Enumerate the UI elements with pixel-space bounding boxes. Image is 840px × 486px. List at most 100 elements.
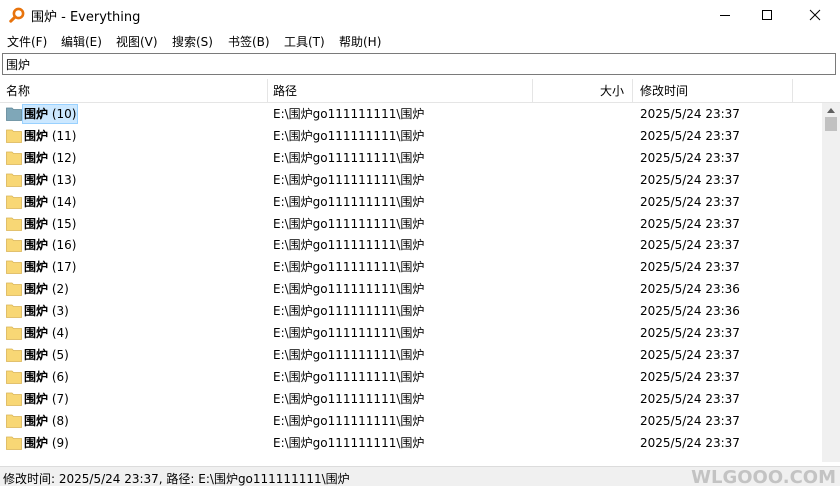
file-modified: 2025/5/24 23:37 bbox=[640, 326, 740, 340]
column-path[interactable]: 路径 bbox=[273, 79, 297, 103]
name-suffix: (14) bbox=[48, 194, 77, 209]
name-match: 围炉 bbox=[24, 391, 49, 406]
search-box bbox=[2, 53, 836, 75]
magnifier-icon bbox=[9, 7, 25, 23]
scroll-thumb[interactable] bbox=[825, 117, 837, 131]
file-name: 围炉 (12) bbox=[23, 149, 77, 167]
menu-edit[interactable]: 编辑(E) bbox=[61, 33, 102, 50]
file-name: 围炉 (8) bbox=[23, 412, 70, 430]
name-match: 围炉 bbox=[24, 194, 49, 209]
folder-icon bbox=[6, 173, 22, 187]
folder-icon bbox=[6, 238, 22, 253]
menu-tools[interactable]: 工具(T) bbox=[284, 33, 325, 50]
list-item[interactable]: 围炉 (16) E:\围炉go111111111\围炉 2025/5/24 23:3… bbox=[0, 234, 822, 256]
file-name: 围炉 (7) bbox=[23, 390, 70, 408]
folder-icon bbox=[6, 151, 22, 165]
folder-icon bbox=[6, 348, 22, 362]
list-item[interactable]: 围炉 (8) E:\围炉go111111111\围炉 2025/5/24 23:37 bbox=[0, 410, 822, 432]
file-path: E:\围炉go111111111\围炉 bbox=[273, 413, 425, 428]
file-modified: 2025/5/24 23:37 bbox=[640, 347, 740, 362]
column-divider[interactable] bbox=[267, 79, 268, 103]
status-bar: 修改时间: 2025/5/24 23:37, 路径: E:\围炉go111111… bbox=[0, 466, 840, 486]
file-path: E:\围炉go111111111\围炉 bbox=[273, 326, 425, 340]
file-path: E:\围炉go111111111\围炉 bbox=[273, 238, 425, 253]
search-input[interactable] bbox=[6, 56, 826, 72]
list-item[interactable]: 围炉 (5) E:\围炉go111111111\围炉 2025/5/24 23:37 bbox=[0, 344, 822, 366]
name-suffix: (13) bbox=[48, 172, 77, 187]
name-suffix: (9) bbox=[48, 435, 69, 450]
name-match: 围炉 bbox=[24, 369, 49, 384]
file-name: 围炉 (3) bbox=[23, 302, 70, 320]
list-item[interactable]: 围炉 (15) E:\围炉go111111111\围炉 2025/5/24 23:3… bbox=[0, 213, 822, 235]
list-item[interactable]: 围炉 (9) E:\围炉go111111111\围炉 2025/5/24 23:37 bbox=[0, 432, 822, 454]
file-name: 围炉 (16) bbox=[23, 236, 77, 254]
column-divider[interactable] bbox=[792, 79, 793, 103]
status-text: 修改时间: 2025/5/24 23:37, 路径: E:\围炉go111111… bbox=[3, 472, 350, 486]
folder-icon bbox=[6, 304, 22, 318]
file-name: 围炉 (14) bbox=[23, 193, 77, 211]
list-item[interactable]: 围炉 (6) E:\围炉go111111111\围炉 2025/5/24 23:37 bbox=[0, 366, 822, 388]
file-name: 围炉 (11) bbox=[23, 127, 77, 145]
column-divider[interactable] bbox=[632, 79, 633, 103]
list-item[interactable]: 围炉 (12) E:\围炉go111111111\围炉 2025/5/24 23:3… bbox=[0, 147, 822, 169]
column-header: 名称 路径 大小 修改时间 bbox=[0, 79, 840, 103]
minimize-button[interactable] bbox=[702, 0, 748, 30]
file-name: 围炉 (6) bbox=[23, 368, 70, 386]
list-item[interactable]: 围炉 (7) E:\围炉go111111111\围炉 2025/5/24 23:37 bbox=[0, 388, 822, 410]
file-name: 围炉 (9) bbox=[23, 434, 70, 452]
name-match: 围炉 bbox=[24, 413, 49, 428]
list-item[interactable]: 围炉 (13) E:\围炉go111111111\围炉 2025/5/24 23:3… bbox=[0, 169, 822, 191]
name-match: 围炉 bbox=[24, 107, 49, 121]
folder-icon bbox=[6, 326, 22, 340]
file-path: E:\围炉go111111111\围炉 bbox=[273, 150, 425, 165]
file-name: 围炉 (13) bbox=[23, 171, 77, 189]
vertical-scrollbar[interactable] bbox=[822, 103, 840, 462]
file-path: E:\围炉go111111111\围炉 bbox=[273, 391, 425, 406]
list-item[interactable]: 围炉 (14) E:\围炉go111111111\围炉 2025/5/24 23:3… bbox=[0, 191, 822, 213]
close-button[interactable] bbox=[792, 0, 838, 30]
name-suffix: (3) bbox=[48, 304, 69, 319]
file-modified: 2025/5/24 23:37 bbox=[640, 238, 740, 253]
menu-view[interactable]: 视图(V) bbox=[116, 33, 158, 50]
name-suffix: (4) bbox=[48, 326, 69, 340]
folder-icon bbox=[6, 370, 22, 384]
file-path: E:\围炉go111111111\围炉 bbox=[273, 107, 425, 121]
menu-search[interactable]: 搜索(S) bbox=[172, 33, 213, 50]
menu-bookmarks[interactable]: 书签(B) bbox=[228, 33, 270, 50]
column-size[interactable]: 大小 bbox=[600, 79, 624, 103]
list-item[interactable]: 围炉 (17) E:\围炉go111111111\围炉 2025/5/24 23:3… bbox=[0, 256, 822, 278]
menu-bar: 文件(F) 编辑(E) 视图(V) 搜索(S) 书签(B) 工具(T) 帮助(H… bbox=[0, 30, 840, 52]
folder-icon bbox=[6, 392, 22, 406]
name-suffix: (15) bbox=[48, 216, 77, 231]
folder-icon bbox=[6, 260, 22, 275]
maximize-button[interactable] bbox=[744, 0, 790, 30]
name-match: 围炉 bbox=[24, 150, 49, 165]
name-match: 围炉 bbox=[24, 216, 49, 231]
file-modified: 2025/5/24 23:37 bbox=[640, 172, 740, 187]
list-item[interactable]: 围炉 (10) E:\围炉go111111111\围炉 2025/5/24 23:3… bbox=[0, 103, 822, 125]
file-modified: 2025/5/24 23:37 bbox=[640, 391, 740, 406]
name-suffix: (2) bbox=[48, 282, 69, 297]
column-modified[interactable]: 修改时间 bbox=[640, 79, 688, 103]
list-item[interactable]: 围炉 (3) E:\围炉go111111111\围炉 2025/5/24 23:36 bbox=[0, 300, 822, 322]
list-item[interactable]: 围炉 (2) E:\围炉go111111111\围炉 2025/5/24 23:36 bbox=[0, 278, 822, 300]
file-modified: 2025/5/24 23:37 bbox=[640, 413, 740, 428]
folder-icon bbox=[6, 436, 22, 450]
file-path: E:\围炉go111111111\围炉 bbox=[273, 347, 425, 362]
list-item[interactable]: 围炉 (4) E:\围炉go111111111\围炉 2025/5/24 23:37 bbox=[0, 322, 822, 344]
maximize-icon bbox=[762, 10, 772, 20]
file-path: E:\围炉go111111111\围炉 bbox=[273, 304, 425, 319]
column-name[interactable]: 名称 bbox=[6, 79, 30, 103]
window-title: 围炉 - Everything bbox=[31, 10, 141, 25]
menu-help[interactable]: 帮助(H) bbox=[339, 33, 381, 50]
folder-icon bbox=[6, 217, 22, 231]
menu-file[interactable]: 文件(F) bbox=[7, 33, 47, 50]
column-divider[interactable] bbox=[532, 79, 533, 103]
scroll-up-button[interactable] bbox=[822, 103, 840, 117]
name-suffix: (17) bbox=[48, 260, 77, 275]
name-match: 围炉 bbox=[24, 326, 49, 340]
file-modified: 2025/5/24 23:37 bbox=[640, 260, 740, 275]
list-item[interactable]: 围炉 (11) E:\围炉go111111111\围炉 2025/5/24 23:3… bbox=[0, 125, 822, 147]
folder-icon bbox=[6, 129, 22, 143]
folder-icon bbox=[6, 107, 22, 121]
